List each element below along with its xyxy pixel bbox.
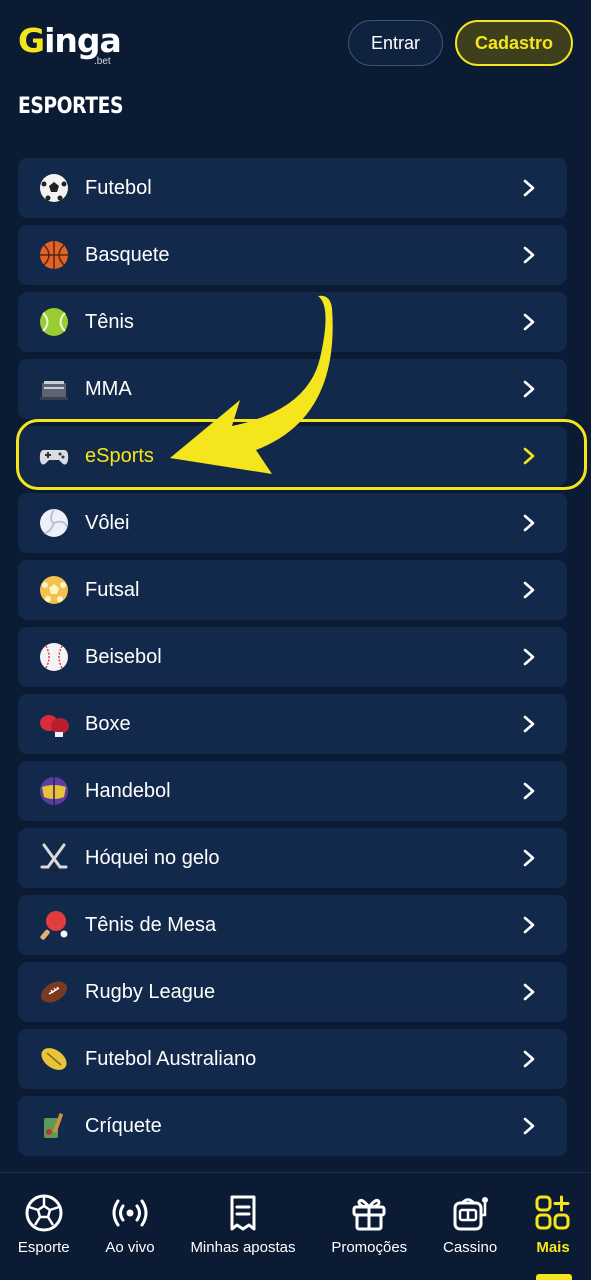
ping-pong-icon [38, 909, 70, 941]
pointer-arrow-icon [170, 295, 333, 474]
sport-item-tenis-de-mesa[interactable]: Tênis de Mesa [18, 895, 567, 955]
sport-label: Futebol [85, 176, 152, 199]
nav-label: Cassino [443, 1239, 498, 1256]
rugby-ball-icon [38, 976, 70, 1008]
section-title: ESPORTES [18, 94, 124, 119]
nav-mais[interactable]: Mais [533, 1193, 573, 1256]
signup-button[interactable]: Cadastro [455, 20, 573, 66]
logo-suffix: .bet [94, 56, 111, 67]
nav-label: Mais [536, 1239, 570, 1256]
nav-label: Promoções [331, 1239, 408, 1256]
soccer-ball-icon [25, 1194, 63, 1232]
sport-item-rugby[interactable]: Rugby League [18, 962, 567, 1022]
login-button[interactable]: Entrar [348, 20, 443, 66]
slot-machine-icon [453, 1197, 489, 1231]
gift-icon [352, 1198, 386, 1231]
auth-actions: Entrar Cadastro [348, 20, 573, 66]
nav-minhas-apostas[interactable]: Minhas apostas [190, 1193, 296, 1256]
sport-label: Handebol [85, 779, 171, 802]
sport-label: Basquete [85, 243, 170, 266]
soccer-ball-icon [38, 172, 70, 204]
hockey-sticks-icon [38, 842, 70, 874]
nav-label: Minhas apostas [190, 1239, 296, 1256]
sport-label: Rugby League [85, 980, 216, 1003]
futsal-ball-icon [38, 574, 70, 606]
sport-label: Beisebol [85, 645, 162, 668]
chevron-right-icon [523, 581, 535, 599]
sport-item-criquete[interactable]: Críquete [18, 1096, 567, 1156]
chevron-right-icon [523, 380, 535, 398]
nav-esporte[interactable]: Esporte [18, 1193, 70, 1256]
basketball-icon [38, 239, 70, 271]
nav-label: Esporte [17, 1239, 70, 1256]
grid-plus-icon [535, 1195, 570, 1230]
sport-item-boxe[interactable]: Boxe [18, 694, 567, 754]
brand-logo[interactable]: Ginga .bet [18, 19, 122, 67]
sport-label: Boxe [85, 712, 131, 735]
live-broadcast-icon [112, 1199, 148, 1227]
bottom-navigation: Esporte Ao vivo Minhas apostas Promoções… [0, 1172, 591, 1280]
sport-label: Tênis de Mesa [85, 913, 217, 936]
sport-item-beisebol[interactable]: Beisebol [18, 627, 567, 687]
chevron-right-icon [523, 1117, 535, 1135]
sport-item-futsal[interactable]: Futsal [18, 560, 567, 620]
sport-label: Vôlei [85, 511, 130, 534]
sport-item-futebol[interactable]: Futebol [18, 158, 567, 218]
top-header: Ginga .bet Entrar Cadastro [0, 0, 591, 86]
chevron-right-icon [523, 916, 535, 934]
chevron-right-icon [523, 782, 535, 800]
nav-cassino[interactable]: Cassino [443, 1193, 497, 1256]
sport-label: Futebol Australiano [85, 1047, 257, 1070]
receipt-icon [230, 1195, 256, 1231]
boxing-glove-icon [38, 708, 70, 740]
chevron-right-icon [523, 179, 535, 197]
tennis-ball-icon [38, 306, 70, 338]
handball-icon [38, 775, 70, 807]
active-tab-indicator [536, 1274, 572, 1280]
chevron-right-icon [523, 313, 535, 331]
sport-item-hoquei[interactable]: Hóquei no gelo [18, 828, 567, 888]
sport-item-basquete[interactable]: Basquete [18, 225, 567, 285]
chevron-right-icon [523, 246, 535, 264]
sport-item-futebol-australiano[interactable]: Futebol Australiano [18, 1029, 567, 1089]
sport-label: Futsal [85, 578, 140, 601]
sport-label: Hóquei no gelo [85, 846, 220, 869]
chevron-right-icon [523, 715, 535, 733]
volleyball-icon [38, 507, 70, 539]
chevron-right-icon [523, 648, 535, 666]
aussie-football-icon [38, 1043, 70, 1075]
nav-label: Ao vivo [105, 1239, 155, 1256]
chevron-right-icon [523, 514, 535, 532]
chevron-right-icon [523, 1050, 535, 1068]
chevron-right-icon [523, 849, 535, 867]
logo-wordmark: Ginga [18, 21, 122, 60]
chevron-right-icon [523, 983, 535, 1001]
mma-ring-icon [38, 373, 70, 405]
sport-label: Críquete [85, 1114, 162, 1137]
sport-item-volei[interactable]: Vôlei [18, 493, 567, 553]
baseball-icon [38, 641, 70, 673]
nav-ao-vivo[interactable]: Ao vivo [105, 1193, 155, 1256]
sport-item-handebol[interactable]: Handebol [18, 761, 567, 821]
cricket-icon [38, 1110, 70, 1142]
nav-promocoes[interactable]: Promoções [331, 1193, 407, 1256]
